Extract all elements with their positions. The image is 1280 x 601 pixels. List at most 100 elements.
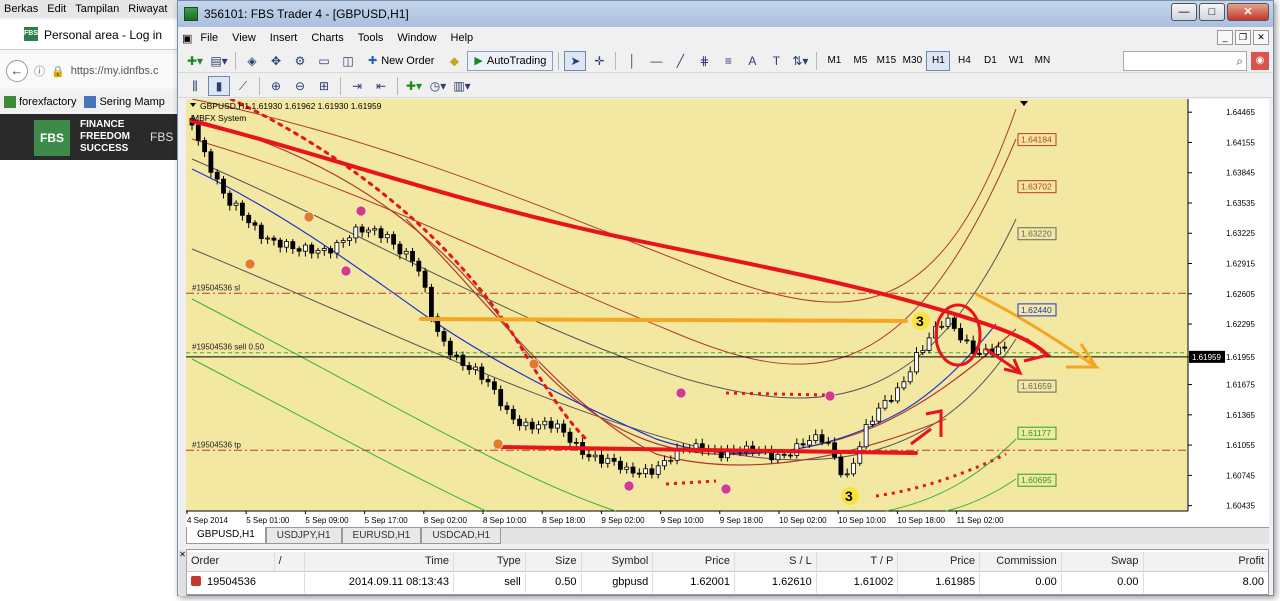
- arrows-icon[interactable]: ⇅▾: [789, 51, 811, 71]
- url-field[interactable]: https://my.idnfbs.c: [71, 65, 159, 77]
- candle-body: [290, 241, 296, 250]
- candle-body: [523, 421, 529, 427]
- info-icon[interactable]: ⓘ: [34, 63, 45, 79]
- horizontal-line-icon[interactable]: —: [645, 51, 667, 71]
- bookmark-sering-mampir[interactable]: Sering Mamp: [84, 96, 165, 108]
- level-value: 1.61177: [1021, 428, 1051, 438]
- tile-windows-icon[interactable]: ⊞: [313, 76, 335, 96]
- menu-help[interactable]: Help: [445, 32, 482, 44]
- candle-body: [907, 371, 913, 383]
- price-label: 1.61055: [1226, 441, 1255, 450]
- search-icon[interactable]: ⌕: [1236, 54, 1243, 69]
- menu-charts[interactable]: Charts: [305, 32, 351, 44]
- col-order[interactable]: Order: [187, 552, 275, 571]
- auto-scroll-icon[interactable]: ⇥: [346, 76, 368, 96]
- maximize-button[interactable]: □: [1199, 3, 1225, 21]
- text-label-icon[interactable]: T: [765, 51, 787, 71]
- back-arrow-icon[interactable]: ←: [6, 60, 28, 82]
- new-order-button[interactable]: ✚ New Order: [361, 51, 441, 71]
- navigator-icon[interactable]: ⚙: [289, 51, 311, 71]
- indicators-icon[interactable]: ✚▾: [403, 76, 425, 96]
- timeframe-d1[interactable]: D1: [978, 51, 1002, 71]
- timeframe-h4[interactable]: H4: [952, 51, 976, 71]
- col-commission[interactable]: Commission: [980, 552, 1062, 571]
- fbs-logo[interactable]: FBS: [34, 120, 70, 156]
- window-titlebar[interactable]: 356101: FBS Trader 4 - [GBPUSD,H1] — □ ✕: [178, 1, 1273, 27]
- timeframe-m30[interactable]: M30: [900, 51, 924, 71]
- chart-shift-icon[interactable]: ⇤: [370, 76, 392, 96]
- vertical-line-icon[interactable]: │: [621, 51, 643, 71]
- mdi-close-button[interactable]: ✕: [1253, 30, 1269, 45]
- trendline-icon[interactable]: ╱: [669, 51, 691, 71]
- profiles-icon[interactable]: ▤▾: [208, 51, 230, 71]
- browser-tab[interactable]: FBS Personal area - Log in: [0, 20, 180, 50]
- line-chart-icon[interactable]: ⟋: [232, 76, 254, 96]
- menu-window[interactable]: Window: [391, 32, 444, 44]
- text-icon[interactable]: A: [741, 51, 763, 71]
- menu-chart-icon[interactable]: ▣: [178, 32, 194, 45]
- mdi-restore-button[interactable]: ❐: [1235, 30, 1251, 45]
- channel-icon[interactable]: ⋕: [693, 51, 715, 71]
- candle-body: [391, 234, 397, 245]
- strategy-tester-icon[interactable]: ◫: [337, 51, 359, 71]
- col-cur-price[interactable]: Price: [898, 552, 981, 571]
- col-sort[interactable]: /: [275, 552, 305, 571]
- metaeditor-icon[interactable]: ◆: [443, 51, 465, 71]
- close-button[interactable]: ✕: [1227, 3, 1269, 21]
- col-tp[interactable]: T / P: [817, 552, 899, 571]
- market-watch-icon[interactable]: ◈: [241, 51, 263, 71]
- chart-tab-usdjpy[interactable]: USDJPY,H1: [265, 528, 342, 544]
- col-price[interactable]: Price: [653, 552, 735, 571]
- col-symbol[interactable]: Symbol: [582, 552, 654, 571]
- templates-icon[interactable]: ▥▾: [451, 76, 473, 96]
- col-time[interactable]: Time: [305, 552, 454, 571]
- browser-menu-tampilan[interactable]: Tampilan: [75, 3, 119, 15]
- menu-file[interactable]: File: [194, 32, 226, 44]
- timeframe-m5[interactable]: M5: [848, 51, 872, 71]
- candle-body: [977, 353, 982, 355]
- timeframe-m15[interactable]: M15: [874, 51, 898, 71]
- menu-insert[interactable]: Insert: [264, 32, 306, 44]
- terminal-close-icon[interactable]: ✕: [179, 550, 187, 596]
- search-input[interactable]: ⌕: [1123, 51, 1247, 71]
- chart-tab-usdcad[interactable]: USDCAD,H1: [421, 528, 502, 544]
- zoom-out-icon[interactable]: ⊖: [289, 76, 311, 96]
- periods-icon[interactable]: ◷▾: [427, 76, 449, 96]
- chart-tab-eurusd[interactable]: EURUSD,H1: [341, 528, 422, 544]
- cursor-icon[interactable]: ➤: [564, 50, 587, 71]
- col-swap[interactable]: Swap: [1062, 552, 1144, 571]
- bar-chart-icon[interactable]: ⫼: [184, 76, 206, 96]
- candle-body: [939, 325, 945, 328]
- timeframe-m1[interactable]: M1: [822, 51, 846, 71]
- minimize-button[interactable]: —: [1171, 3, 1197, 21]
- browser-menu-riwayat[interactable]: Riwayat: [128, 3, 167, 15]
- terminal-icon[interactable]: ▭: [313, 51, 335, 71]
- menu-view[interactable]: View: [226, 32, 264, 44]
- candle-body: [447, 340, 453, 356]
- col-size[interactable]: Size: [526, 552, 582, 571]
- browser-menu-edit[interactable]: Edit: [47, 3, 66, 15]
- autotrading-button[interactable]: ▶ AutoTrading: [467, 50, 554, 71]
- col-profit[interactable]: Profit: [1144, 552, 1269, 571]
- mdi-minimize-button[interactable]: _: [1217, 30, 1233, 45]
- candlestick-chart-icon[interactable]: ▮: [208, 75, 230, 96]
- table-row[interactable]: 19504536 2014.09.11 08:13:43 sell 0.50 g…: [187, 573, 1268, 593]
- new-chart-icon[interactable]: ✚▾: [184, 51, 206, 71]
- chart-tab-gbpusd[interactable]: GBPUSD,H1: [186, 527, 266, 544]
- fibonacci-icon[interactable]: ≡: [717, 51, 739, 71]
- price-chart[interactable]: #19504536 sl #19504536 sell 0.50 #19504536…: [186, 99, 1269, 527]
- zoom-in-icon[interactable]: ⊕: [265, 76, 287, 96]
- menu-tools[interactable]: Tools: [352, 32, 392, 44]
- chart-window[interactable]: #19504536 sl #19504536 sell 0.50 #19504536…: [186, 99, 1269, 527]
- data-window-icon[interactable]: ✥: [265, 51, 287, 71]
- timeframe-w1[interactable]: W1: [1004, 51, 1028, 71]
- browser-menu-berkas[interactable]: Berkas: [4, 3, 38, 15]
- bookmark-forexfactory[interactable]: forexfactory: [4, 96, 76, 108]
- toolbar-separator: [340, 76, 341, 95]
- col-sl[interactable]: S / L: [735, 552, 817, 571]
- timeframe-h1[interactable]: H1: [926, 50, 951, 71]
- crosshair-icon[interactable]: ✛: [588, 51, 610, 71]
- community-icon[interactable]: ◉: [1251, 52, 1269, 70]
- col-type[interactable]: Type: [454, 552, 526, 571]
- timeframe-mn[interactable]: MN: [1030, 51, 1054, 71]
